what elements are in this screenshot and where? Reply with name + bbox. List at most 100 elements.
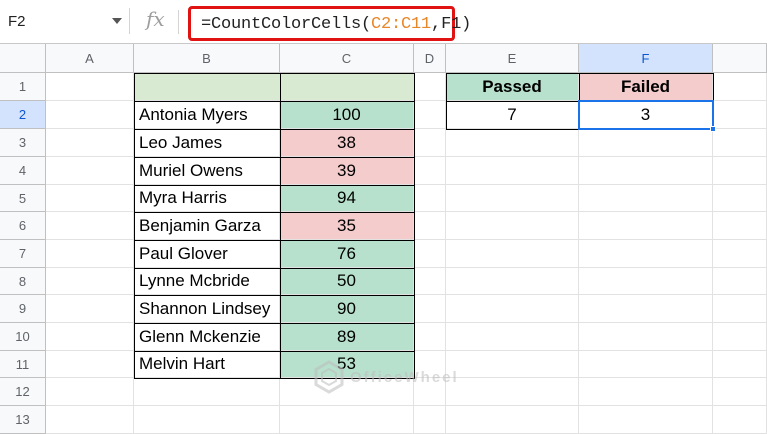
grid-cell[interactable]	[579, 406, 713, 434]
row-header-4[interactable]: 4	[0, 157, 46, 185]
grid-cell[interactable]	[414, 240, 446, 268]
score-cell[interactable]: 100	[280, 101, 414, 129]
column-header-a[interactable]: A	[46, 44, 134, 73]
grid-cell[interactable]	[46, 378, 134, 406]
header-score[interactable]	[280, 73, 414, 101]
grid-cell[interactable]	[579, 268, 713, 295]
grid-cell[interactable]	[713, 73, 767, 101]
grid-cell[interactable]	[579, 378, 713, 406]
name-cell[interactable]: Benjamin Garza	[134, 212, 280, 240]
grid-cell[interactable]	[713, 157, 767, 185]
grid-cell[interactable]	[713, 323, 767, 351]
row-header-2[interactable]: 2	[0, 101, 46, 129]
failed-header[interactable]: Failed	[579, 73, 713, 101]
grid-cell[interactable]	[579, 212, 713, 240]
row-header-10[interactable]: 10	[0, 323, 46, 351]
row-header-6[interactable]: 6	[0, 212, 46, 240]
column-header-b[interactable]: B	[134, 44, 280, 73]
grid-cell[interactable]	[446, 295, 579, 323]
score-cell[interactable]: 38	[280, 129, 414, 157]
grid-cell[interactable]	[713, 240, 767, 268]
grid-cell[interactable]	[46, 240, 134, 268]
fill-handle[interactable]	[710, 126, 716, 132]
name-cell[interactable]: Shannon Lindsey	[134, 295, 280, 323]
grid-cell[interactable]	[446, 323, 579, 351]
active-cell-selection[interactable]	[578, 100, 714, 130]
name-cell[interactable]: Lynne Mcbride	[134, 268, 280, 295]
name-cell[interactable]: Melvin Hart	[134, 351, 280, 378]
grid-cell[interactable]	[713, 295, 767, 323]
grid-cell[interactable]	[579, 129, 713, 157]
score-cell[interactable]: 39	[280, 157, 414, 185]
grid-cell[interactable]	[46, 101, 134, 129]
score-cell[interactable]: 94	[280, 185, 414, 212]
grid-cell[interactable]	[579, 185, 713, 212]
grid-cell[interactable]	[446, 157, 579, 185]
grid-cell[interactable]	[713, 129, 767, 157]
grid-cell[interactable]	[414, 323, 446, 351]
grid-cell[interactable]	[579, 323, 713, 351]
grid-cell[interactable]	[414, 73, 446, 101]
column-header-c[interactable]: C	[280, 44, 414, 73]
grid-cell[interactable]	[414, 406, 446, 434]
grid-cell[interactable]	[713, 378, 767, 406]
grid-cell[interactable]	[579, 351, 713, 378]
grid-cell[interactable]	[713, 101, 767, 129]
column-header-e[interactable]: E	[446, 44, 579, 73]
score-cell[interactable]: 76	[280, 240, 414, 268]
grid-cell[interactable]	[414, 157, 446, 185]
formula-input[interactable]: =CountColorCells(C2:C11,F1)	[188, 6, 471, 41]
grid-cell[interactable]	[446, 240, 579, 268]
grid-cell[interactable]	[414, 268, 446, 295]
score-cell[interactable]: 50	[280, 268, 414, 295]
grid-cell[interactable]	[46, 323, 134, 351]
grid-cell[interactable]	[46, 157, 134, 185]
grid-cell[interactable]	[46, 406, 134, 434]
grid-cell[interactable]	[46, 351, 134, 378]
grid-cell[interactable]	[46, 73, 134, 101]
name-cell[interactable]: Paul Glover	[134, 240, 280, 268]
row-header-5[interactable]: 5	[0, 185, 46, 212]
grid-cell[interactable]	[46, 268, 134, 295]
grid-cell[interactable]	[446, 268, 579, 295]
grid-cell[interactable]	[46, 295, 134, 323]
grid-cell[interactable]	[46, 129, 134, 157]
row-header-12[interactable]: 12	[0, 378, 46, 406]
grid-cell[interactable]	[280, 406, 414, 434]
grid-cell[interactable]	[713, 212, 767, 240]
grid-cell[interactable]	[713, 406, 767, 434]
grid-cell[interactable]	[414, 185, 446, 212]
grid-cell[interactable]	[446, 185, 579, 212]
grid-cell[interactable]	[46, 212, 134, 240]
grid-cell[interactable]	[713, 351, 767, 378]
name-cell[interactable]: Antonia Myers	[134, 101, 280, 129]
grid-cell[interactable]	[446, 212, 579, 240]
row-header-11[interactable]: 11	[0, 351, 46, 378]
dropdown-arrow-icon[interactable]	[112, 18, 122, 24]
row-header-7[interactable]: 7	[0, 240, 46, 268]
column-header-g[interactable]	[713, 44, 767, 73]
row-header-8[interactable]: 8	[0, 268, 46, 295]
passed-value[interactable]: 7	[446, 101, 579, 129]
grid-cell[interactable]	[446, 129, 579, 157]
name-cell[interactable]: Myra Harris	[134, 185, 280, 212]
row-header-13[interactable]: 13	[0, 406, 46, 434]
grid-cell[interactable]	[414, 295, 446, 323]
grid-cell[interactable]	[713, 268, 767, 295]
grid-cell[interactable]	[414, 101, 446, 129]
row-header-3[interactable]: 3	[0, 129, 46, 157]
name-box[interactable]: F2	[0, 8, 130, 34]
grid-cell[interactable]	[414, 212, 446, 240]
score-cell[interactable]: 35	[280, 212, 414, 240]
name-cell[interactable]: Glenn Mckenzie	[134, 323, 280, 351]
grid-cell[interactable]	[414, 129, 446, 157]
grid-cell[interactable]	[579, 240, 713, 268]
grid-cell[interactable]	[446, 406, 579, 434]
score-cell[interactable]: 90	[280, 295, 414, 323]
column-header-f[interactable]: F	[579, 44, 713, 73]
grid-cell[interactable]	[713, 185, 767, 212]
row-header-1[interactable]: 1	[0, 73, 46, 101]
grid-cell[interactable]	[46, 185, 134, 212]
name-cell[interactable]: Muriel Owens	[134, 157, 280, 185]
header-name[interactable]	[134, 73, 280, 101]
